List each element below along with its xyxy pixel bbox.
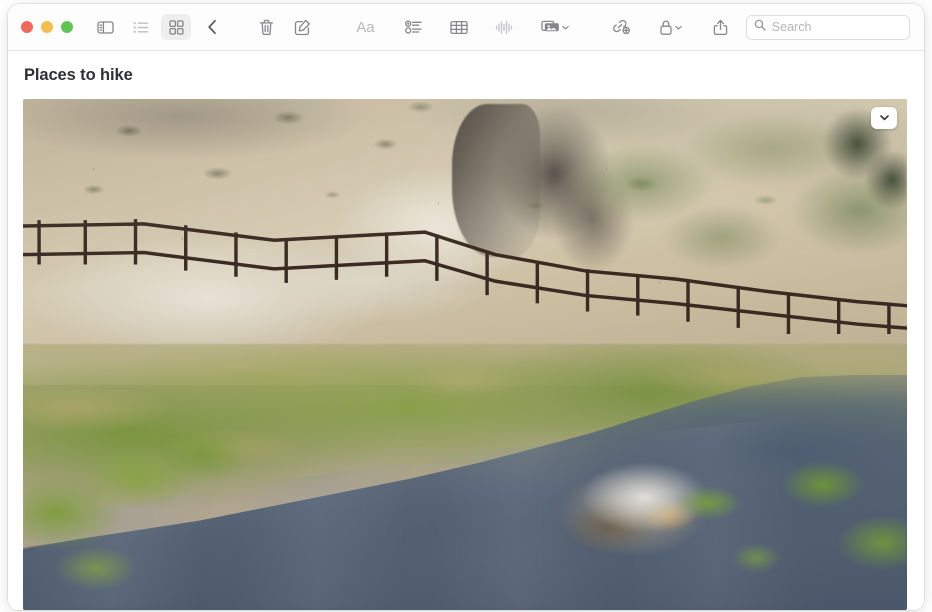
record-audio-button[interactable] <box>489 14 519 40</box>
checklist-icon <box>404 20 422 34</box>
notes-window: Aa Search Places to hike <box>8 4 924 610</box>
chevron-down-icon <box>561 25 569 30</box>
link-add-icon <box>612 19 631 35</box>
search-input[interactable] <box>771 20 902 34</box>
back-button[interactable] <box>197 14 227 40</box>
table-button[interactable] <box>444 14 474 40</box>
chevron-down-icon <box>879 111 890 126</box>
trash-icon <box>259 19 274 36</box>
chevron-down-icon <box>675 25 682 30</box>
collaborate-button[interactable] <box>606 14 636 40</box>
format-aa-icon: Aa <box>356 18 375 36</box>
search-field[interactable] <box>745 14 910 40</box>
media-button[interactable] <box>535 14 575 40</box>
lock-icon <box>659 19 673 36</box>
checklist-button[interactable] <box>398 14 428 40</box>
delete-button[interactable] <box>251 14 281 40</box>
maximize-button[interactable] <box>61 21 73 33</box>
note-attachment[interactable] <box>23 99 907 610</box>
toolbar: Aa <box>8 4 924 51</box>
format-button[interactable]: Aa <box>348 14 382 40</box>
gallery-view-button[interactable] <box>161 14 192 40</box>
window-controls <box>8 21 90 33</box>
share-icon <box>713 19 728 36</box>
compose-icon <box>294 19 311 36</box>
list-view-button[interactable] <box>126 14 156 40</box>
chevron-left-icon <box>207 19 218 35</box>
sidebar-toggle-button[interactable] <box>90 14 120 40</box>
media-stack-icon <box>540 19 560 35</box>
table-icon <box>450 20 468 35</box>
photo-tone-overlay <box>23 99 907 610</box>
lock-button[interactable] <box>652 14 690 40</box>
list-view-icon <box>133 21 149 34</box>
note-editor[interactable]: Places to hike <box>8 51 924 610</box>
note-title: Places to hike <box>24 66 133 84</box>
sidebar-icon <box>96 20 114 35</box>
share-button[interactable] <box>706 14 736 40</box>
gallery-view-icon <box>169 19 184 35</box>
minimize-button[interactable] <box>41 21 53 33</box>
search-icon <box>754 18 766 36</box>
waveform-icon <box>495 20 513 35</box>
compose-button[interactable] <box>287 14 317 40</box>
attachment-options-button[interactable] <box>871 107 897 129</box>
close-button[interactable] <box>21 21 33 33</box>
landscape-photo[interactable] <box>23 99 907 610</box>
